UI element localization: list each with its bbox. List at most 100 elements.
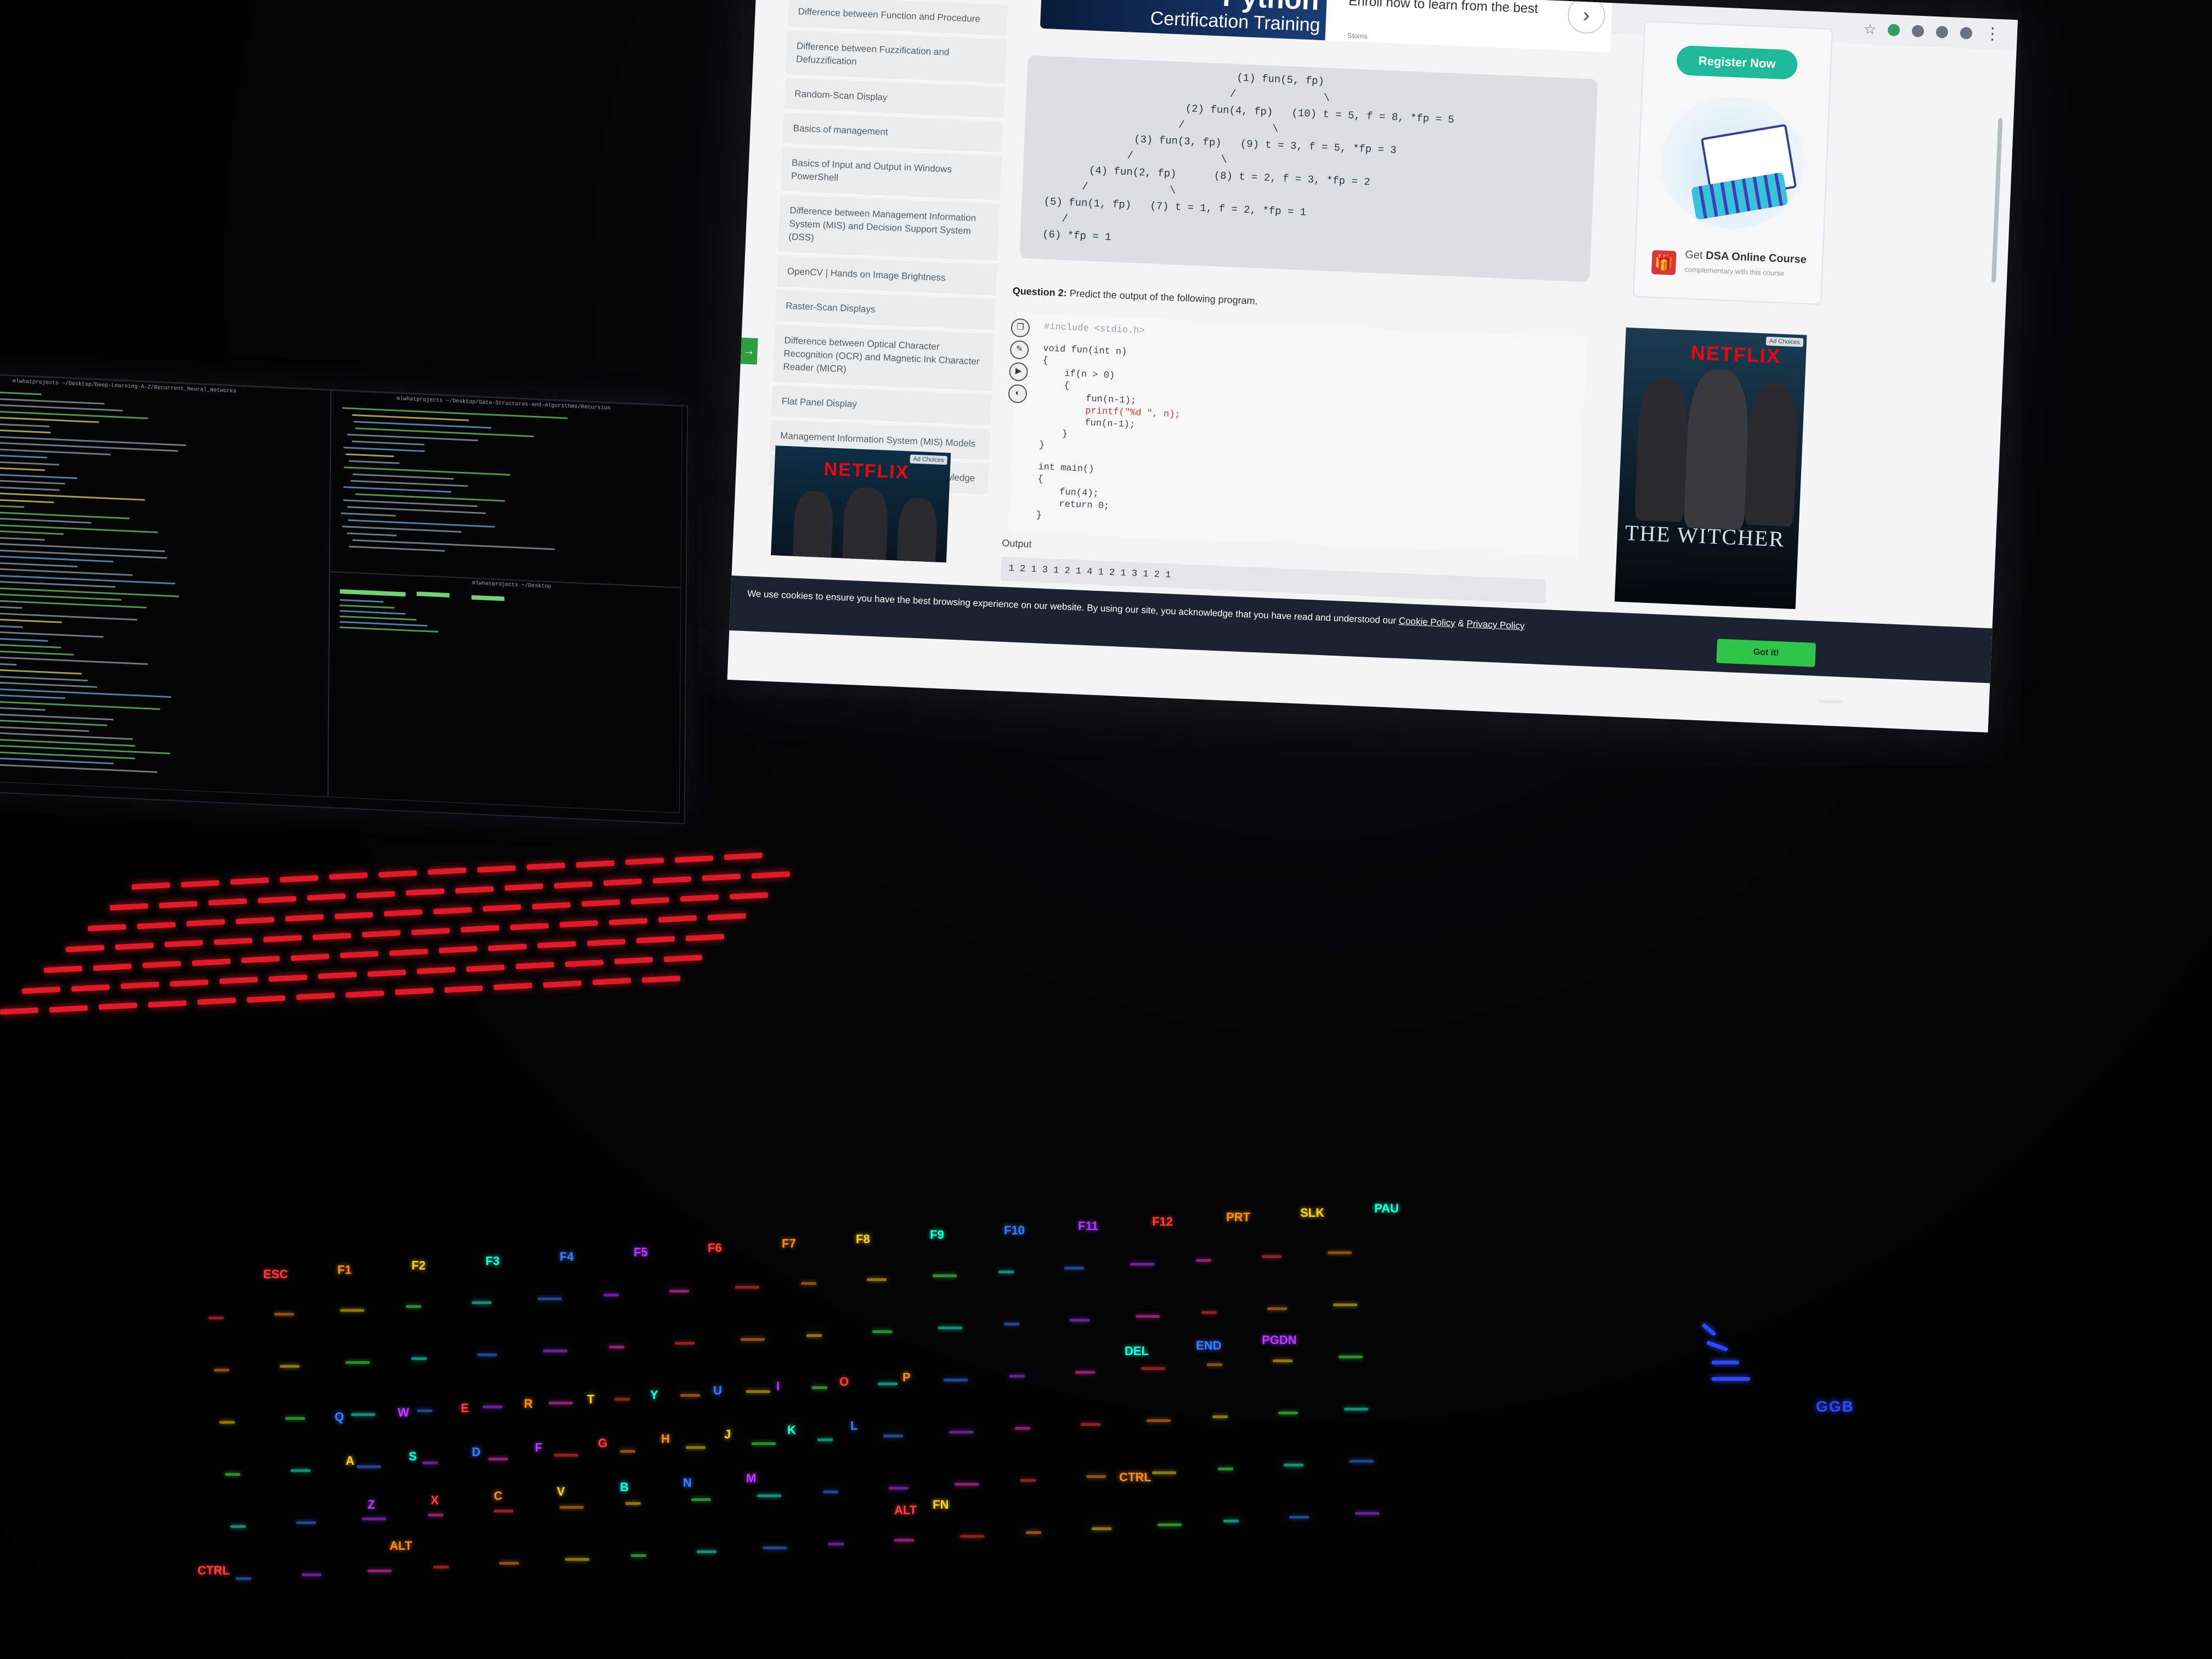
keyboard-led: [1020, 1479, 1036, 1482]
sidebar-item[interactable]: Random-Scan Display: [784, 78, 1005, 120]
code-line: {: [1041, 380, 1070, 392]
laptop-key: [71, 984, 110, 992]
mouse-led: [1712, 1377, 1750, 1381]
tree-line: /: [1042, 212, 1069, 225]
laptop-key: [504, 883, 544, 891]
laptop-key: [466, 964, 505, 972]
keyboard-led: [1333, 1304, 1357, 1306]
laptop-key: [427, 867, 467, 875]
main-monitor: ☆ ⋮ Difference between Function and Proc…: [727, 0, 2018, 733]
laptop-key: [312, 932, 352, 940]
laptop-key: [532, 901, 571, 910]
code-line: {: [1037, 474, 1043, 485]
code-line: }: [1039, 428, 1068, 440]
sidebar-item[interactable]: Basics of Input and Output in Windows Po…: [780, 147, 1002, 202]
laptop-key: [707, 912, 747, 921]
laptop-key: [394, 988, 434, 995]
dsa-prefix: Get: [1685, 249, 1703, 262]
chevron-right-icon[interactable]: ›: [1567, 0, 1606, 35]
keyboard-led: [428, 1514, 443, 1516]
photo-scene: ☆ ⋮ Difference between Function and Proc…: [0, 0, 2212, 1659]
terminal-pane-left[interactable]: mlwhatprojects ~/Desktop/Deep-Learning-A…: [0, 374, 331, 798]
keyboard-led: [1136, 1315, 1160, 1318]
sidebar-item[interactable]: Flat Panel Display: [771, 385, 992, 427]
keyboard-key: U: [713, 1384, 722, 1397]
sidebar-item[interactable]: Basics of management: [782, 112, 1003, 154]
laptop-key: [625, 857, 664, 865]
laptop-key: [241, 956, 280, 963]
laptop-key: [680, 894, 719, 902]
laptop-key: [652, 876, 692, 884]
code-block: ❐ ✎ ▶ ◐ #include <stdio.h> void fun(int …: [1008, 313, 1588, 556]
code-line: }: [1039, 440, 1045, 451]
privacy-policy-link[interactable]: Privacy Policy: [1466, 618, 1525, 631]
extension-icon[interactable]: [1887, 24, 1900, 37]
laptop-key: [257, 895, 297, 904]
keyboard-led: [1289, 1516, 1309, 1519]
python-course-banner[interactable]: Python Certification Training Enroll now…: [1040, 0, 1613, 53]
keyboard-led: [1355, 1512, 1379, 1515]
keyboard-led: [894, 1539, 914, 1542]
keyboard-led: [411, 1357, 427, 1360]
dsa-course-ad[interactable]: Register Now 🎁 Get DSA Online Course com…: [1633, 20, 1833, 305]
laptop-key: [658, 915, 697, 923]
netflix-witcher-ad[interactable]: Ad Choices NETFLIX THE WITCHER: [1614, 327, 1807, 610]
cookie-policy-link[interactable]: Cookie Policy: [1398, 616, 1455, 628]
edit-pencil-icon[interactable]: ✎: [1009, 340, 1029, 360]
register-now-button[interactable]: Register Now: [1676, 45, 1798, 80]
extension-icon[interactable]: [1936, 26, 1949, 39]
sidebar-item[interactable]: Difference between Fuzzification and Def…: [785, 30, 1007, 86]
keyboard-led: [1004, 1323, 1019, 1325]
page-scrollbar[interactable]: [1991, 117, 2003, 283]
keyboard-key: K: [787, 1423, 796, 1437]
browser-menu-icon[interactable]: ⋮: [1984, 25, 2001, 43]
keyboard-key: PAU: [1374, 1201, 1399, 1215]
keyboard-led: [691, 1498, 711, 1501]
keyboard-led: [549, 1402, 573, 1404]
keyboard-led: [1284, 1464, 1304, 1466]
keyboard-key: ALT: [894, 1503, 917, 1517]
sidebar-item[interactable]: Difference between Optical Character Rec…: [772, 324, 995, 393]
laptop-key: [663, 954, 703, 962]
laptop-key: [246, 995, 286, 1003]
keyboard-led: [422, 1462, 438, 1464]
keyboard-led: [955, 1483, 979, 1486]
profile-avatar-icon[interactable]: [1960, 26, 1973, 40]
laptop-key: [109, 903, 149, 911]
theme-toggle-icon[interactable]: ◐: [1008, 383, 1028, 404]
ad-figure: [842, 487, 889, 563]
laptop-key: [416, 967, 456, 974]
laptop-key: [510, 922, 549, 930]
netflix-ad-small[interactable]: Ad Choices NETFLIX: [771, 445, 951, 563]
sidebar-item[interactable]: Raster-Scan Displays: [775, 290, 996, 332]
laptop-key: [0, 1007, 39, 1015]
ad-choices-badge[interactable]: Ad Choices: [910, 454, 947, 465]
keyboard-key: G: [598, 1436, 608, 1450]
keyboard-led: [417, 1409, 432, 1412]
mouse-led: [1706, 1340, 1728, 1352]
code-line: {: [1042, 356, 1048, 366]
extension-icon[interactable]: [1911, 25, 1925, 38]
laptop-key: [43, 966, 83, 973]
sidebar-item[interactable]: Difference between Management Informatio…: [778, 195, 1000, 263]
laptop-key: [191, 958, 231, 966]
keyboard-key: E: [461, 1401, 469, 1415]
keyboard-led: [368, 1570, 392, 1572]
laptop-key: [268, 974, 308, 982]
copy-icon[interactable]: ❐: [1011, 318, 1030, 338]
keyboard-led: [351, 1413, 375, 1416]
question-label: Question 2:: [1012, 285, 1068, 299]
keyboard-key: F11: [1078, 1219, 1098, 1233]
got-it-button[interactable]: Got it!: [1716, 639, 1816, 667]
laptop-key: [120, 981, 160, 989]
laptop-key: [329, 872, 368, 880]
bookmark-star-icon[interactable]: ☆: [1863, 21, 1877, 38]
run-play-icon[interactable]: ▶: [1008, 362, 1029, 382]
feedback-tab-arrow-icon[interactable]: →: [740, 337, 758, 365]
keyboard-led: [1278, 1412, 1298, 1414]
keyboard-key: M: [746, 1471, 757, 1485]
keyboard-key: CTRL: [1119, 1470, 1152, 1484]
keyboard-led: [878, 1383, 898, 1385]
sidebar-item[interactable]: OpenCV | Hands on Image Brightness: [776, 256, 997, 297]
laptop-key: [433, 906, 472, 915]
